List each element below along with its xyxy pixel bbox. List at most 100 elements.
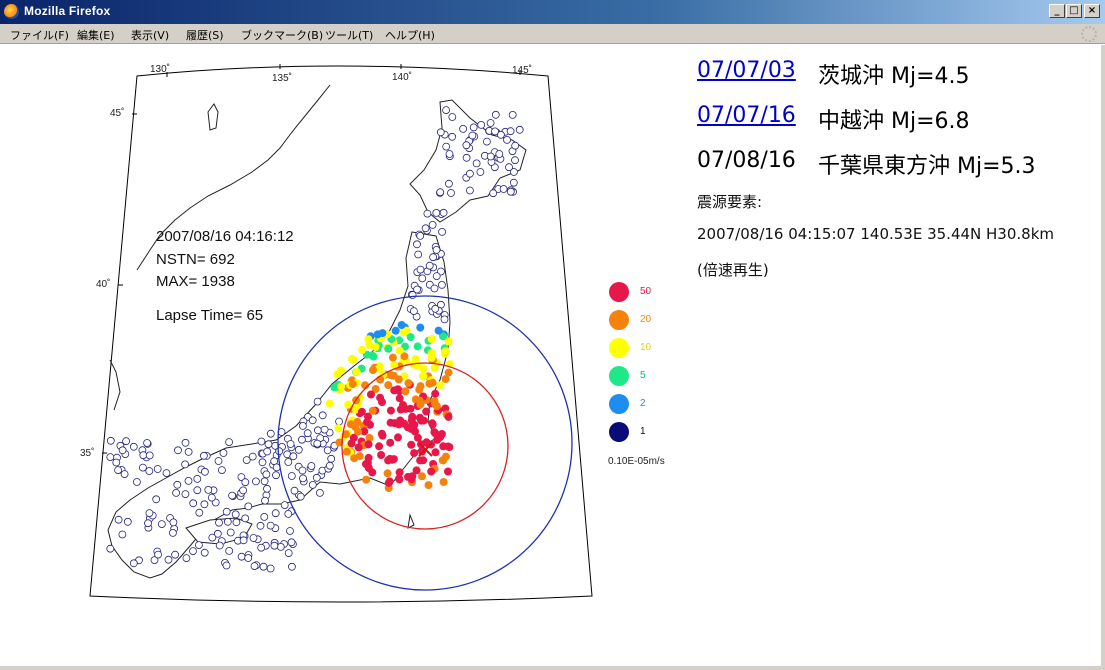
station-circle: [414, 250, 423, 259]
legend-label: 5: [640, 370, 646, 381]
intensity-dot: [394, 420, 403, 429]
station-circle: [296, 492, 305, 501]
station-circle: [425, 261, 434, 270]
station-circle: [266, 564, 275, 573]
intensity-dot: [337, 382, 346, 391]
intensity-dot: [384, 478, 393, 487]
intensity-dot: [422, 407, 431, 416]
station-circle: [200, 467, 209, 476]
station-circle: [260, 477, 269, 486]
station-circle: [272, 471, 280, 480]
station-circle: [263, 447, 272, 456]
station-circle: [172, 488, 181, 497]
menu-view[interactable]: 表示(V): [131, 27, 169, 43]
intensity-dot: [399, 401, 407, 409]
event-desc-0703: 茨城沖 Mj=4.5: [818, 64, 970, 89]
station-circle: [168, 529, 177, 537]
legend-swatch: [609, 282, 629, 302]
intensity-dot: [367, 390, 375, 399]
station-circle: [313, 439, 322, 448]
station-circle: [416, 265, 425, 274]
station-circle: [437, 280, 446, 289]
station-circle: [239, 536, 248, 545]
menu-history[interactable]: 履歴(S): [186, 27, 224, 43]
station-circle: [315, 488, 324, 497]
station-circle: [189, 547, 197, 555]
menu-file[interactable]: ファイル(F): [10, 27, 69, 43]
station-circle: [174, 446, 182, 455]
station-circle: [189, 499, 198, 508]
intensity-dot: [416, 323, 425, 332]
station-circle: [408, 291, 417, 299]
intensity-dot: [364, 440, 373, 449]
intensity-dot: [378, 329, 387, 338]
intensity-dot: [376, 393, 385, 402]
station-circle: [511, 156, 519, 165]
seismic-map: [89, 64, 593, 603]
menu-help[interactable]: ヘルプ(H): [385, 27, 435, 43]
intensity-dot: [364, 335, 373, 344]
station-circle: [181, 460, 190, 469]
station-circle: [495, 150, 504, 158]
station-circle: [225, 547, 234, 555]
station-circle: [258, 458, 267, 467]
station-circle: [250, 562, 259, 570]
menu-tools[interactable]: ツール(T): [325, 27, 373, 43]
station-circle: [208, 533, 217, 542]
menu-edit[interactable]: 編集(E): [77, 27, 115, 43]
station-circle: [465, 169, 474, 178]
title-bar: Mozilla Firefox _ □ ×: [0, 0, 1105, 24]
station-circle: [409, 307, 418, 316]
intensity-dot: [434, 326, 443, 335]
station-circle: [318, 411, 327, 420]
close-button[interactable]: ×: [1084, 4, 1100, 18]
station-circle: [200, 500, 209, 509]
menu-bookmarks[interactable]: ブックマーク(B): [241, 27, 323, 43]
intensity-dot: [394, 433, 402, 442]
legend-swatch: [609, 310, 629, 330]
station-circle: [215, 541, 224, 550]
intensity-dot: [413, 342, 422, 351]
station-circle: [491, 127, 499, 136]
station-circle: [173, 480, 182, 489]
maximize-button[interactable]: □: [1066, 4, 1082, 18]
station-circle: [144, 519, 152, 528]
station-circle: [251, 477, 260, 486]
intensity-dot: [427, 353, 436, 362]
intensity-dot: [334, 424, 343, 433]
station-circle: [242, 456, 251, 465]
event-link-0703[interactable]: 07/07/03: [697, 58, 796, 83]
legend-label: 1: [640, 426, 646, 437]
station-circle: [153, 465, 162, 473]
intensity-dot: [415, 396, 424, 405]
station-circle: [215, 518, 223, 527]
station-circle: [284, 510, 293, 518]
station-circle: [214, 457, 223, 465]
station-circle: [448, 113, 457, 121]
station-circle: [508, 111, 517, 119]
station-circle: [413, 240, 421, 249]
station-circle: [436, 128, 445, 137]
intensity-dot: [375, 442, 384, 451]
station-circle: [193, 486, 202, 495]
station-circle: [152, 495, 161, 504]
station-circle: [459, 124, 468, 133]
intensity-dot: [444, 412, 453, 421]
station-circle: [132, 478, 141, 486]
station-circle: [438, 227, 447, 236]
station-circle: [120, 470, 129, 479]
event-link-0716[interactable]: 07/07/16: [697, 103, 796, 128]
intensity-dot: [395, 474, 403, 483]
intensity-dot: [431, 389, 440, 398]
lapse-time: Lapse Time= 65: [156, 307, 264, 324]
station-circle: [106, 436, 115, 445]
legend-swatch: [609, 366, 629, 386]
station-circle: [266, 521, 275, 530]
station-circle: [308, 480, 317, 489]
station-circle: [276, 543, 285, 551]
intensity-dot: [431, 448, 440, 457]
lat-label-40: 40˚: [96, 279, 111, 290]
event-desc-0816: 千葉県東方沖 Mj=5.3: [818, 154, 1036, 179]
station-circle: [509, 178, 518, 187]
minimize-button[interactable]: _: [1049, 4, 1065, 18]
